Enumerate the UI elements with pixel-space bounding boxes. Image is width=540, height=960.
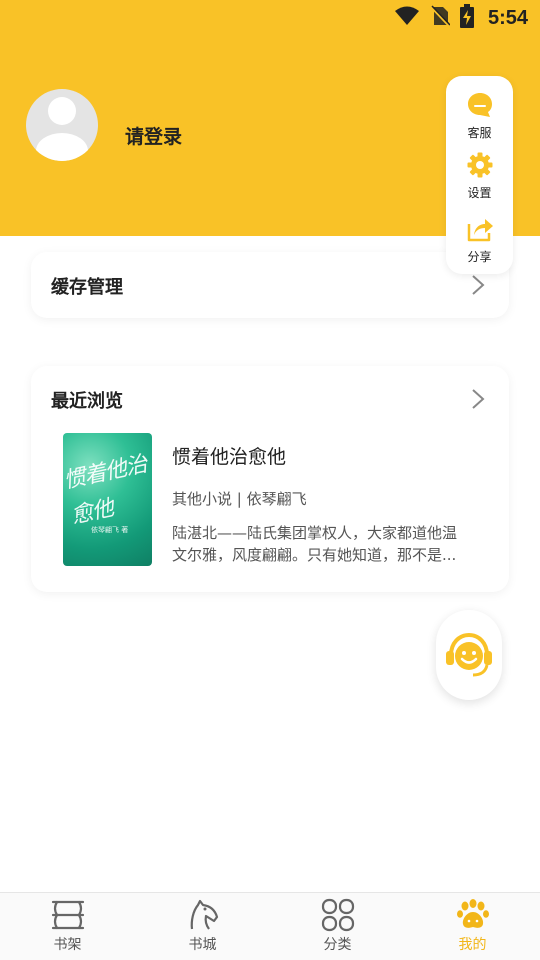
book-description-line: 陆湛北——陆氏集团掌权人，大家都道他温 <box>172 524 458 542</box>
nav-category[interactable]: 分类 <box>270 893 405 960</box>
book-meta: 其他小说 | 依琴翩飞 <box>172 490 307 508</box>
category-grid-icon <box>321 898 355 932</box>
recent-browsing-card: 最近浏览 惯着他治愈他 依琴翩飞 著 惯着他治愈他 其他小说 | 依琴翩飞 陆湛… <box>31 366 509 592</box>
paw-icon <box>456 898 490 932</box>
knight-chess-icon <box>186 898 220 932</box>
floating-service-button[interactable] <box>436 610 502 700</box>
cover-title-art: 惯着他治愈他 <box>63 451 149 530</box>
bookshelf-icon <box>51 898 85 932</box>
no-sim-icon <box>430 5 451 31</box>
share-button[interactable]: 分享 <box>446 214 513 272</box>
customer-service-label: 客服 <box>467 126 492 140</box>
chevron-right-icon[interactable] <box>471 388 485 410</box>
headset-smiley-icon <box>446 632 492 677</box>
gear-icon <box>465 150 495 180</box>
cache-management-title: 缓存管理 <box>51 277 123 298</box>
battery-charging-icon <box>459 4 474 32</box>
book-cover[interactable]: 惯着他治愈他 依琴翩飞 著 <box>63 433 152 566</box>
quick-menu: 客服 设置 分享 <box>446 76 513 274</box>
cache-management-row[interactable]: 缓存管理 <box>31 252 509 318</box>
settings-button[interactable]: 设置 <box>446 150 513 208</box>
chat-bubble-icon <box>465 90 495 120</box>
recent-browsing-title: 最近浏览 <box>51 391 123 412</box>
settings-label: 设置 <box>467 186 492 200</box>
nav-bookshelf[interactable]: 书架 <box>0 893 135 960</box>
share-label: 分享 <box>467 250 492 264</box>
nav-mine[interactable]: 我的 <box>405 893 540 960</box>
avatar-placeholder-icon <box>36 97 88 161</box>
cover-author: 依琴翩飞 著 <box>91 526 129 534</box>
status-bar: 5:54 <box>0 0 540 36</box>
chevron-right-icon <box>472 275 485 295</box>
wifi-icon <box>394 6 420 30</box>
login-label[interactable]: 请登录 <box>125 122 182 149</box>
book-description-line: 文尔雅，风度翩翩。只有她知道，那不是... <box>172 546 457 564</box>
customer-service-button[interactable]: 客服 <box>446 90 513 148</box>
book-description: 陆湛北——陆氏集团掌权人，大家都道他温 文尔雅，风度翩翩。只有她知道，那不是..… <box>172 522 477 566</box>
nav-bookshelf-label: 书架 <box>53 937 82 953</box>
status-time: 5:54 <box>487 6 528 29</box>
bottom-navigation: 书架 书城 分类 我的 <box>0 892 540 960</box>
avatar[interactable] <box>26 89 98 161</box>
share-icon <box>465 214 495 244</box>
nav-bookstore[interactable]: 书城 <box>135 893 270 960</box>
book-title[interactable]: 惯着他治愈他 <box>172 442 286 469</box>
nav-mine-label: 我的 <box>458 937 487 953</box>
nav-category-label: 分类 <box>323 937 352 953</box>
status-icons: 5:54 <box>394 4 528 32</box>
nav-bookstore-label: 书城 <box>188 937 217 953</box>
